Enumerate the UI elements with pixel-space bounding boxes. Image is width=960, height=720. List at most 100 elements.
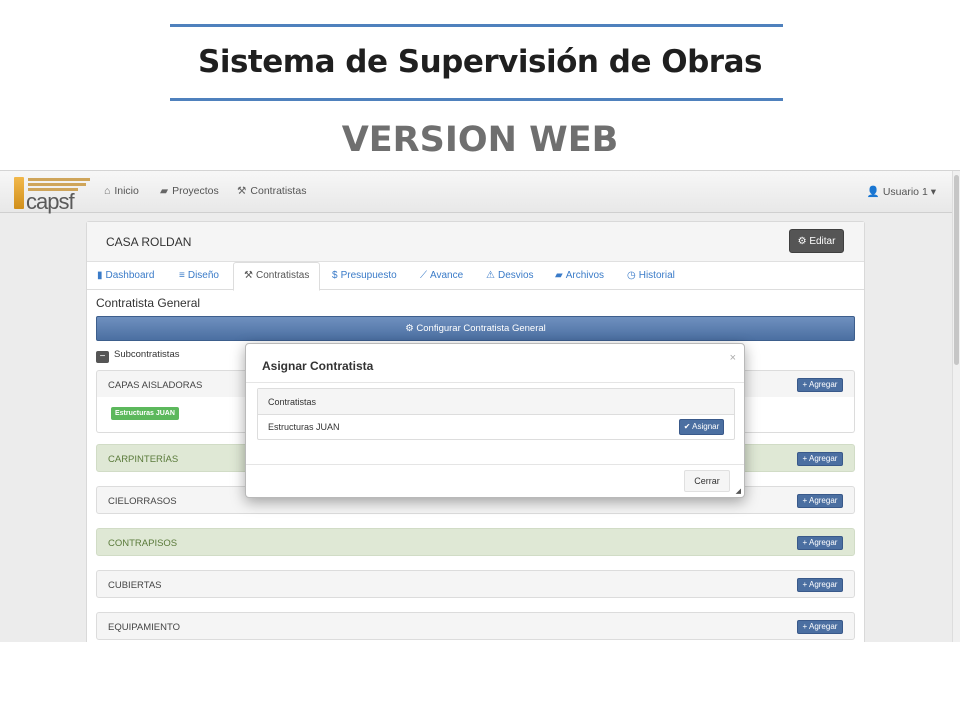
logo-caption-line [28, 178, 90, 181]
plus-icon: + [802, 538, 808, 547]
add-button-label: Agregar [808, 538, 838, 547]
add-button-label: Agregar [808, 496, 838, 505]
tab-contratistas[interactable]: ⚒ Contratistas [233, 262, 321, 291]
add-button[interactable]: + Agregar [797, 378, 843, 392]
wrench-icon: ⚒ [244, 270, 253, 281]
add-button[interactable]: + Agregar [797, 536, 843, 550]
chart-line-icon: ⟋ [420, 270, 427, 281]
slide-title: Sistema de Supervisión de Obras [198, 44, 762, 80]
title-bottom-rule [170, 98, 783, 101]
tab-avance[interactable]: ⟋ Avance [420, 270, 463, 281]
contractor-name: Estructuras JUAN [268, 422, 340, 432]
tab-presupuesto[interactable]: $ Presupuesto [332, 270, 397, 281]
tab-label: Presupuesto [340, 270, 397, 281]
category-cubiertas: CUBIERTAS + Agregar [96, 570, 855, 598]
tab-label: Historial [638, 270, 675, 281]
title-top-rule [170, 24, 783, 27]
slide-subtitle: VERSION WEB [341, 120, 619, 160]
nav-contratistas[interactable]: ⚒ Contratistas [237, 185, 306, 197]
tab-diseno[interactable]: ≡ Diseño [179, 270, 219, 281]
add-button-label: Agregar [808, 380, 838, 389]
caret-down-icon: ▾ [930, 186, 936, 198]
contractors-table: Contratistas Estructuras JUAN ✔ Asignar [257, 388, 735, 440]
tab-label: Archivos [565, 270, 605, 281]
category-name: CONTRAPISOS [108, 538, 178, 549]
warning-icon: ⚠ [486, 270, 495, 281]
edit-button[interactable]: ⚙ Editar [789, 229, 844, 253]
assign-button[interactable]: ✔ Asignar [679, 419, 724, 435]
wrench-icon: ⚒ [237, 185, 247, 197]
project-name: CASA ROLDAN [106, 235, 192, 249]
check-icon: ✔ [683, 422, 691, 431]
modal-divider [246, 382, 744, 383]
tab-archivos[interactable]: ▰ Archivos [555, 270, 604, 281]
add-button[interactable]: + Agregar [797, 578, 843, 592]
add-button[interactable]: + Agregar [797, 620, 843, 634]
plus-icon: + [802, 622, 808, 631]
tab-label: Dashboard [105, 270, 155, 281]
table-row: Estructuras JUAN ✔ Asignar [258, 415, 734, 440]
tab-dashboard[interactable]: ▮ Dashboard [97, 270, 154, 281]
plus-icon: + [802, 454, 808, 463]
plus-icon: + [802, 496, 808, 505]
clock-icon: ◷ [627, 270, 636, 281]
plus-icon: + [802, 580, 808, 589]
logo-mark [14, 177, 24, 209]
modal-divider [246, 464, 744, 465]
category-name: CIELORRASOS [108, 496, 177, 507]
assign-contractor-modal: Asignar Contratista × Contratistas Estru… [245, 343, 745, 498]
logo-caption-line [28, 183, 86, 186]
add-button-label: Agregar [808, 580, 838, 589]
subcontractors-label: Subcontratistas [114, 349, 180, 360]
add-button-label: Agregar [808, 454, 838, 463]
bookmark-icon: ▮ [97, 270, 103, 281]
contractor-tag: Estructuras JUAN [111, 407, 179, 420]
category-name: CARPINTERÍAS [108, 454, 179, 465]
plus-icon: + [802, 380, 808, 389]
edit-button-label: Editar [809, 236, 836, 247]
nav-inicio-label: Inicio [114, 185, 139, 197]
tab-label: Contratistas [255, 270, 310, 281]
top-navbar: capsf ⌂ Inicio ▰ Proyectos ⚒ Contratistas 👤… [0, 171, 952, 214]
logo-wordmark: capsf [26, 189, 75, 214]
gear-icon: ⚙ [405, 323, 414, 334]
configure-contractor-label: Configurar Contratista General [416, 323, 546, 334]
nav-proyectos-label: Proyectos [172, 185, 219, 197]
modal-title: Asignar Contratista [262, 359, 374, 373]
tab-desvios[interactable]: ⚠ Desvios [486, 270, 534, 281]
close-button[interactable]: Cerrar [684, 470, 730, 492]
nav-contratistas-label: Contratistas [250, 185, 307, 197]
assign-button-label: Asignar [692, 422, 720, 431]
project-tabs: ▮ Dashboard ≡ Diseño ⚒ Contratistas $ Presup… [87, 262, 864, 291]
home-icon: ⌂ [104, 185, 111, 197]
close-icon[interactable]: × [730, 352, 736, 364]
add-button-label: Agregar [808, 622, 838, 631]
configure-contractor-button[interactable]: ⚙ Configurar Contratista General [96, 316, 855, 341]
tab-label: Avance [430, 270, 464, 281]
list-icon: ≡ [179, 270, 185, 281]
dollar-icon: $ [332, 270, 338, 281]
gear-icon: ⚙ [797, 236, 807, 247]
table-header-label: Contratistas [268, 397, 317, 407]
capsf-logo[interactable]: capsf [12, 175, 92, 214]
nav-inicio[interactable]: ⌂ Inicio [104, 185, 139, 197]
tab-label: Diseño [187, 270, 219, 281]
add-button[interactable]: + Agregar [797, 452, 843, 466]
category-name: EQUIPAMIENTO [108, 622, 180, 633]
nav-proyectos[interactable]: ▰ Proyectos [160, 185, 219, 197]
resize-handle-icon[interactable]: ◢ [736, 487, 741, 495]
folder-icon: ▰ [160, 185, 169, 197]
page-scrollbar[interactable] [952, 171, 960, 642]
category-contrapisos: CONTRAPISOS + Agregar [96, 528, 855, 556]
section-title: Contratista General [96, 296, 201, 310]
add-button[interactable]: + Agregar [797, 494, 843, 508]
category-name: CAPAS AISLADORAS [108, 380, 203, 391]
project-header: CASA ROLDAN ⚙ Editar [87, 222, 864, 262]
user-menu[interactable]: 👤 Usuario 1 ▾ [867, 185, 936, 198]
tab-historial[interactable]: ◷ Historial [627, 270, 675, 281]
scrollbar-thumb[interactable] [954, 175, 959, 365]
subcontractors-toggle[interactable]: − Subcontratistas [96, 349, 179, 363]
category-equipamiento: EQUIPAMIENTO + Agregar [96, 612, 855, 640]
minus-icon: − [96, 351, 109, 363]
user-menu-label: Usuario 1 [882, 186, 928, 198]
